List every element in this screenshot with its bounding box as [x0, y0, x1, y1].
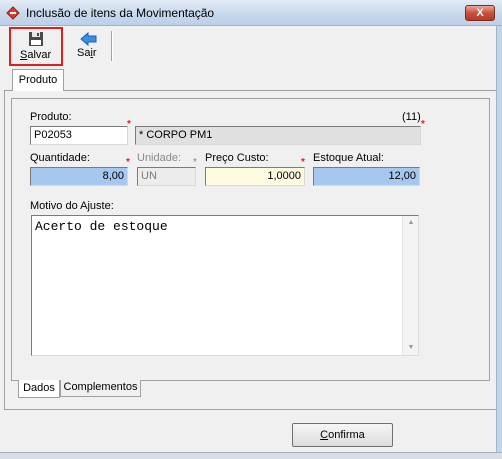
unidade-field: UN [137, 167, 196, 186]
estoque-atual-label: Estoque Atual: [313, 152, 384, 164]
app-icon [6, 6, 20, 20]
confirm-button[interactable]: Confirma [292, 423, 393, 447]
motivo-text: Acerto de estoque [35, 219, 168, 234]
tab-produto[interactable]: Produto [12, 69, 64, 91]
motivo-label: Motivo do Ajuste: [30, 200, 114, 212]
window-frame-right [496, 26, 502, 459]
quantidade-label: Quantidade: [30, 152, 90, 164]
window-title: Inclusão de itens da Movimentação [26, 6, 215, 20]
tab-complementos[interactable]: Complementos [60, 380, 141, 397]
produto-description-field: * CORPO PM1 [135, 126, 421, 145]
exit-label-end: r [92, 47, 97, 59]
toolbar-separator [111, 31, 113, 61]
motivo-scrollbar[interactable]: ▲ ▼ [402, 216, 418, 355]
produto-required-mark: * [127, 119, 131, 130]
scroll-down-icon[interactable]: ▼ [403, 341, 419, 355]
produto-code-input[interactable]: P02053 [30, 126, 128, 145]
exit-button[interactable]: Sair [74, 29, 104, 65]
confirm-label-rest: onfirma [328, 429, 365, 441]
estoque-atual-field: 12,00 [313, 167, 420, 186]
unidade-label: Unidade: [137, 152, 182, 164]
preco-custo-label: Preço Custo: [205, 152, 269, 164]
tab-dados[interactable]: Dados [18, 380, 60, 398]
exit-label-start: Sa [77, 47, 91, 59]
exit-label: Sair [77, 47, 97, 59]
save-button[interactable]: Salvar [9, 27, 63, 66]
motivo-textarea[interactable]: Acerto de estoque ▲ ▼ [31, 215, 419, 356]
save-label-rest: alvar [27, 49, 52, 61]
floppy-disk-icon [29, 32, 43, 46]
quantidade-input[interactable]: 8,00 [30, 167, 128, 186]
close-button[interactable]: X [465, 5, 495, 21]
confirm-label-accel: C [320, 429, 329, 441]
back-arrow-icon [80, 31, 97, 47]
preco-custo-input[interactable]: 1,0000 [205, 167, 305, 186]
produto-label: Produto: [30, 111, 72, 123]
produto-desc-required-mark: * [421, 119, 425, 130]
save-label: Salvar [20, 49, 51, 61]
window-frame-bottom [0, 452, 502, 459]
scroll-up-icon[interactable]: ▲ [403, 216, 419, 230]
produto-count: (11) [402, 111, 421, 123]
preco-required-mark: * [301, 157, 305, 168]
